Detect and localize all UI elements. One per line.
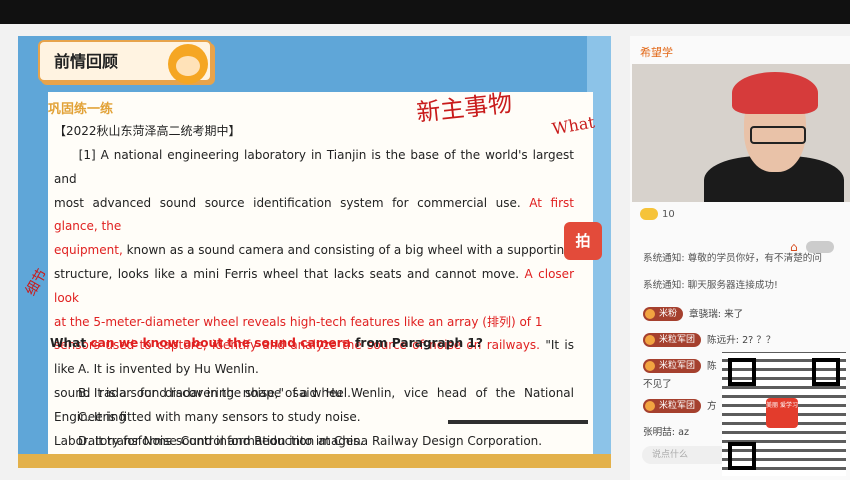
chat-text: 章骁瑞: 来了 xyxy=(689,309,744,320)
chat-item: 米粒军团方 xyxy=(643,398,717,413)
chat-text: 陈 xyxy=(707,361,717,372)
slide-bottom-stripe xyxy=(18,454,611,468)
para-line-4a: structure, looks like a mini Ferris whee… xyxy=(54,266,525,281)
chat-badge: 米粒军团 xyxy=(643,333,702,347)
handwriting-left: 细节 xyxy=(22,266,51,299)
chat-item: 张明喆: az xyxy=(643,424,689,438)
system-message: 系统通知: 聊天服务器连接成功! xyxy=(643,280,778,291)
top-bar xyxy=(0,0,850,24)
option-c: C. It is fitted with many sensors to stu… xyxy=(78,410,361,424)
para-line-5: at the 5-meter-diameter wheel reveals hi… xyxy=(54,314,543,329)
question-highlight: can we know about the sound camera xyxy=(90,336,351,350)
para-line-1: [1] A national engineering laboratory in… xyxy=(54,148,574,186)
chat-text: 不见了 xyxy=(643,379,672,390)
system-message: 系统通知: 尊敬的学员你好，有不清楚的问 xyxy=(643,253,822,264)
qr-finder xyxy=(812,358,840,386)
brand-label: 希望学 xyxy=(640,46,673,59)
chat-badge: 米粒军团 xyxy=(643,359,702,373)
option-d: D. It transforms sound information into … xyxy=(78,434,364,448)
chat-item: 不见了 xyxy=(643,376,672,390)
chat-badge: 米粒军团 xyxy=(643,399,702,413)
reading-paragraph: [1] A national engineering laboratory in… xyxy=(54,144,574,453)
qr-finder xyxy=(728,358,756,386)
question-prefix: What xyxy=(50,336,91,350)
para-line-3a: equipment, xyxy=(54,243,123,258)
chat-text: 方 xyxy=(707,401,717,412)
option-b: B. It is a sound radar in the shape of a… xyxy=(78,386,351,400)
question-stem: What can we know about the sound camera … xyxy=(50,336,483,350)
capture-button[interactable]: 拍 xyxy=(564,222,602,260)
slide-header-title: 前情回顾 xyxy=(54,52,119,71)
coin-row: 10 xyxy=(640,208,675,220)
coin-icon xyxy=(640,208,658,220)
qr-code: 美丽 爱学习 xyxy=(722,352,846,476)
coin-count: 10 xyxy=(662,209,675,220)
section-title: 巩固练一练 xyxy=(48,102,114,117)
chat-text: 陈远升: 2? ？？ xyxy=(707,335,776,346)
chat-badge: 米粉 xyxy=(643,307,684,321)
bridge-decoration xyxy=(448,420,588,454)
mascot-icon xyxy=(168,44,208,84)
teacher-video xyxy=(632,64,850,202)
option-a: A. It is invented by Hu Wenlin. xyxy=(78,362,259,376)
video-hat xyxy=(732,72,818,114)
qr-logo: 美丽 爱学习 xyxy=(766,398,798,428)
slide-panel: 前情回顾 巩固练一练 【2022秋山东菏泽高二统考期中】 [1] A natio… xyxy=(18,36,611,468)
question-source: 【2022秋山东菏泽高二统考期中】 xyxy=(54,124,241,138)
chat-item: 米粉 章骁瑞: 来了 xyxy=(643,306,743,321)
chat-input[interactable]: 说点什么 xyxy=(642,446,730,464)
para-line-2a: most advanced sound source identificatio… xyxy=(54,195,530,210)
video-glasses xyxy=(750,126,806,144)
chat-item: 米粒军团陈 xyxy=(643,358,717,373)
qr-finder xyxy=(728,442,756,470)
para-line-3b: known as a sound camera and consisting o… xyxy=(122,243,572,258)
chat-text: 张明喆: az xyxy=(643,427,689,438)
question-suffix: from Paragraph 1? xyxy=(350,336,483,350)
chat-item: 米粒军团 陈远升: 2? ？？ xyxy=(643,332,776,347)
